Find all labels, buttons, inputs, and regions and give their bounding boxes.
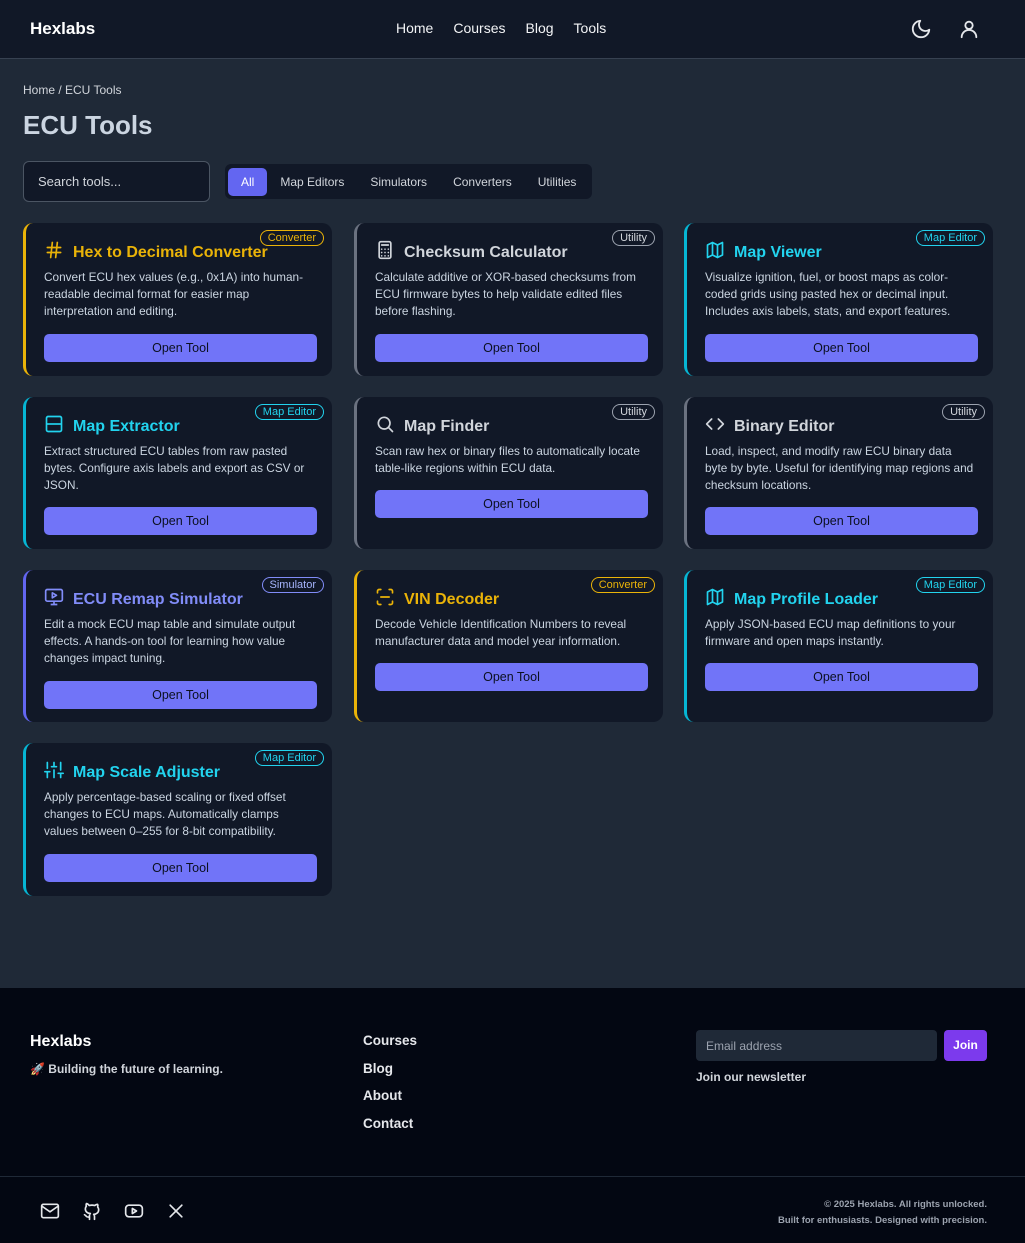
tool-card-map-finder: Map Finder Utility Scan raw hex or binar… — [354, 397, 663, 549]
tool-title: Map Finder — [404, 417, 490, 435]
nav-link-courses[interactable]: Courses — [453, 20, 505, 36]
category-badge: Map Editor — [915, 577, 985, 593]
map-icon — [705, 240, 725, 265]
tool-description: Load, inspect, and modify raw ECU binary… — [705, 444, 974, 493]
open-tool-button[interactable]: Open Tool — [44, 334, 317, 362]
tool-title: Binary Editor — [734, 417, 835, 435]
footer-links: Courses Blog About Contact — [363, 1033, 417, 1133]
tool-title: Map Scale Adjuster — [73, 763, 221, 781]
mail-icon[interactable] — [40, 1201, 62, 1223]
nav-link-home[interactable]: Home — [396, 20, 433, 36]
footer-link-courses[interactable]: Courses — [363, 1033, 417, 1050]
tool-description: Decode Vehicle Identification Numbers to… — [375, 617, 627, 649]
tool-title: Checksum Calculator — [404, 243, 568, 261]
credit-text: Built for enthusiasts. Designed with pre… — [777, 1214, 987, 1226]
open-tool-button[interactable]: Open Tool — [44, 681, 317, 709]
tool-title: Map Profile Loader — [734, 590, 879, 608]
brand-logo[interactable]: Hexlabs — [30, 19, 95, 39]
category-badge: Simulator — [261, 577, 324, 593]
search-input[interactable] — [23, 161, 210, 202]
footer-link-about[interactable]: About — [363, 1088, 417, 1105]
nav-link-tools[interactable]: Tools — [574, 20, 607, 36]
filter-converters[interactable]: Converters — [440, 168, 525, 196]
open-tool-button[interactable]: Open Tool — [705, 334, 978, 362]
tool-description: Extract structured ECU tables from raw p… — [44, 444, 305, 493]
tool-description: Apply percentage-based scaling or fixed … — [44, 790, 286, 839]
tool-card-map-viewer: Map Viewer Map Editor Visualize ignition… — [684, 223, 993, 376]
table-icon — [44, 414, 64, 439]
open-tool-button[interactable]: Open Tool — [44, 854, 317, 882]
tool-card-checksum-calculator: Checksum Calculator Utility Calculate ad… — [354, 223, 663, 376]
tool-card-hex-to-decimal: Hex to Decimal Converter Converter Conve… — [23, 223, 332, 376]
tool-description: Visualize ignition, fuel, or boost maps … — [705, 270, 951, 319]
filter-map-editors[interactable]: Map Editors — [267, 168, 357, 196]
tool-title: Map Extractor — [73, 417, 180, 435]
page-title: ECU Tools — [23, 110, 153, 140]
tool-title: Map Viewer — [734, 243, 822, 261]
category-badge: Utility — [612, 230, 655, 246]
open-tool-button[interactable]: Open Tool — [375, 490, 648, 518]
category-badge: Map Editor — [254, 750, 324, 766]
code-icon — [705, 414, 725, 439]
tool-description: Scan raw hex or binary files to automati… — [375, 444, 640, 476]
nav-link-blog[interactable]: Blog — [526, 20, 554, 36]
site-footer: Hexlabs 🚀 Building the future of learnin… — [0, 987, 1025, 1243]
tool-card-vin-decoder: VIN Decoder Converter Decode Vehicle Ide… — [354, 570, 663, 722]
tool-card-ecu-remap-simulator: ECU Remap Simulator Simulator Edit a moc… — [23, 570, 332, 722]
x-icon[interactable] — [166, 1201, 188, 1223]
copyright-block: © 2025 Hexlabs. All rights unlocked. Bui… — [778, 1197, 987, 1228]
footer-link-blog[interactable]: Blog — [363, 1061, 417, 1078]
breadcrumb: Home / ECU Tools — [23, 83, 122, 97]
main-nav: Home Courses Blog Tools — [396, 20, 606, 36]
open-tool-button[interactable]: Open Tool — [705, 507, 978, 535]
filter-all[interactable]: All — [228, 167, 268, 196]
tool-card-map-extractor: Map Extractor Map Editor Extract structu… — [23, 397, 332, 549]
open-tool-button[interactable]: Open Tool — [375, 663, 648, 691]
top-nav-bar: Hexlabs Home Courses Blog Tools — [0, 0, 1025, 59]
filter-tabs: All Map Editors Simulators Converters Ut… — [225, 164, 593, 199]
open-tool-button[interactable]: Open Tool — [44, 507, 317, 535]
tool-title: ECU Remap Simulator — [73, 590, 243, 608]
tool-card-map-profile-loader: Map Profile Loader Map Editor Apply JSON… — [684, 570, 993, 722]
category-badge: Map Editor — [254, 404, 324, 420]
monitor-play-icon — [44, 587, 64, 612]
footer-divider — [0, 1176, 1025, 1177]
sliders-icon — [44, 760, 64, 785]
tool-description: Calculate additive or XOR-based checksum… — [375, 270, 636, 319]
map-icon — [705, 587, 725, 612]
github-icon[interactable] — [82, 1201, 104, 1223]
category-badge: Converter — [259, 230, 324, 246]
filter-utilities[interactable]: Utilities — [525, 168, 590, 196]
moon-icon[interactable] — [910, 18, 932, 40]
hash-icon — [44, 240, 64, 265]
copyright-text: © 2025 Hexlabs. All rights unlocked. — [824, 1199, 987, 1210]
tool-card-binary-editor: Binary Editor Utility Load, inspect, and… — [684, 397, 993, 549]
search-icon — [375, 414, 395, 439]
newsletter-label: Join our newsletter — [696, 1070, 807, 1084]
footer-brand: Hexlabs — [30, 1033, 92, 1050]
filter-simulators[interactable]: Simulators — [357, 168, 440, 196]
open-tool-button[interactable]: Open Tool — [375, 334, 648, 362]
category-badge: Utility — [612, 404, 655, 420]
youtube-icon[interactable] — [124, 1201, 146, 1223]
newsletter-email-input[interactable] — [696, 1030, 937, 1061]
category-badge: Map Editor — [915, 230, 985, 246]
category-badge: Utility — [942, 404, 985, 420]
footer-link-contact[interactable]: Contact — [363, 1116, 417, 1133]
join-button[interactable]: Join — [944, 1030, 987, 1061]
open-tool-button[interactable]: Open Tool — [705, 663, 978, 691]
tool-title: VIN Decoder — [404, 590, 500, 608]
scan-icon — [375, 587, 395, 612]
calculator-icon — [375, 240, 395, 265]
tool-description: Convert ECU hex values (e.g., 0x1A) into… — [44, 270, 303, 319]
user-icon[interactable] — [958, 18, 980, 40]
tool-card-map-scale-adjuster: Map Scale Adjuster Map Editor Apply perc… — [23, 743, 332, 896]
tool-description: Apply JSON-based ECU map definitions to … — [705, 617, 956, 649]
footer-tagline: 🚀 Building the future of learning. — [30, 1062, 223, 1076]
tool-description: Edit a mock ECU map table and simulate o… — [44, 617, 296, 666]
category-badge: Converter — [590, 577, 655, 593]
tool-title: Hex to Decimal Converter — [73, 243, 268, 261]
